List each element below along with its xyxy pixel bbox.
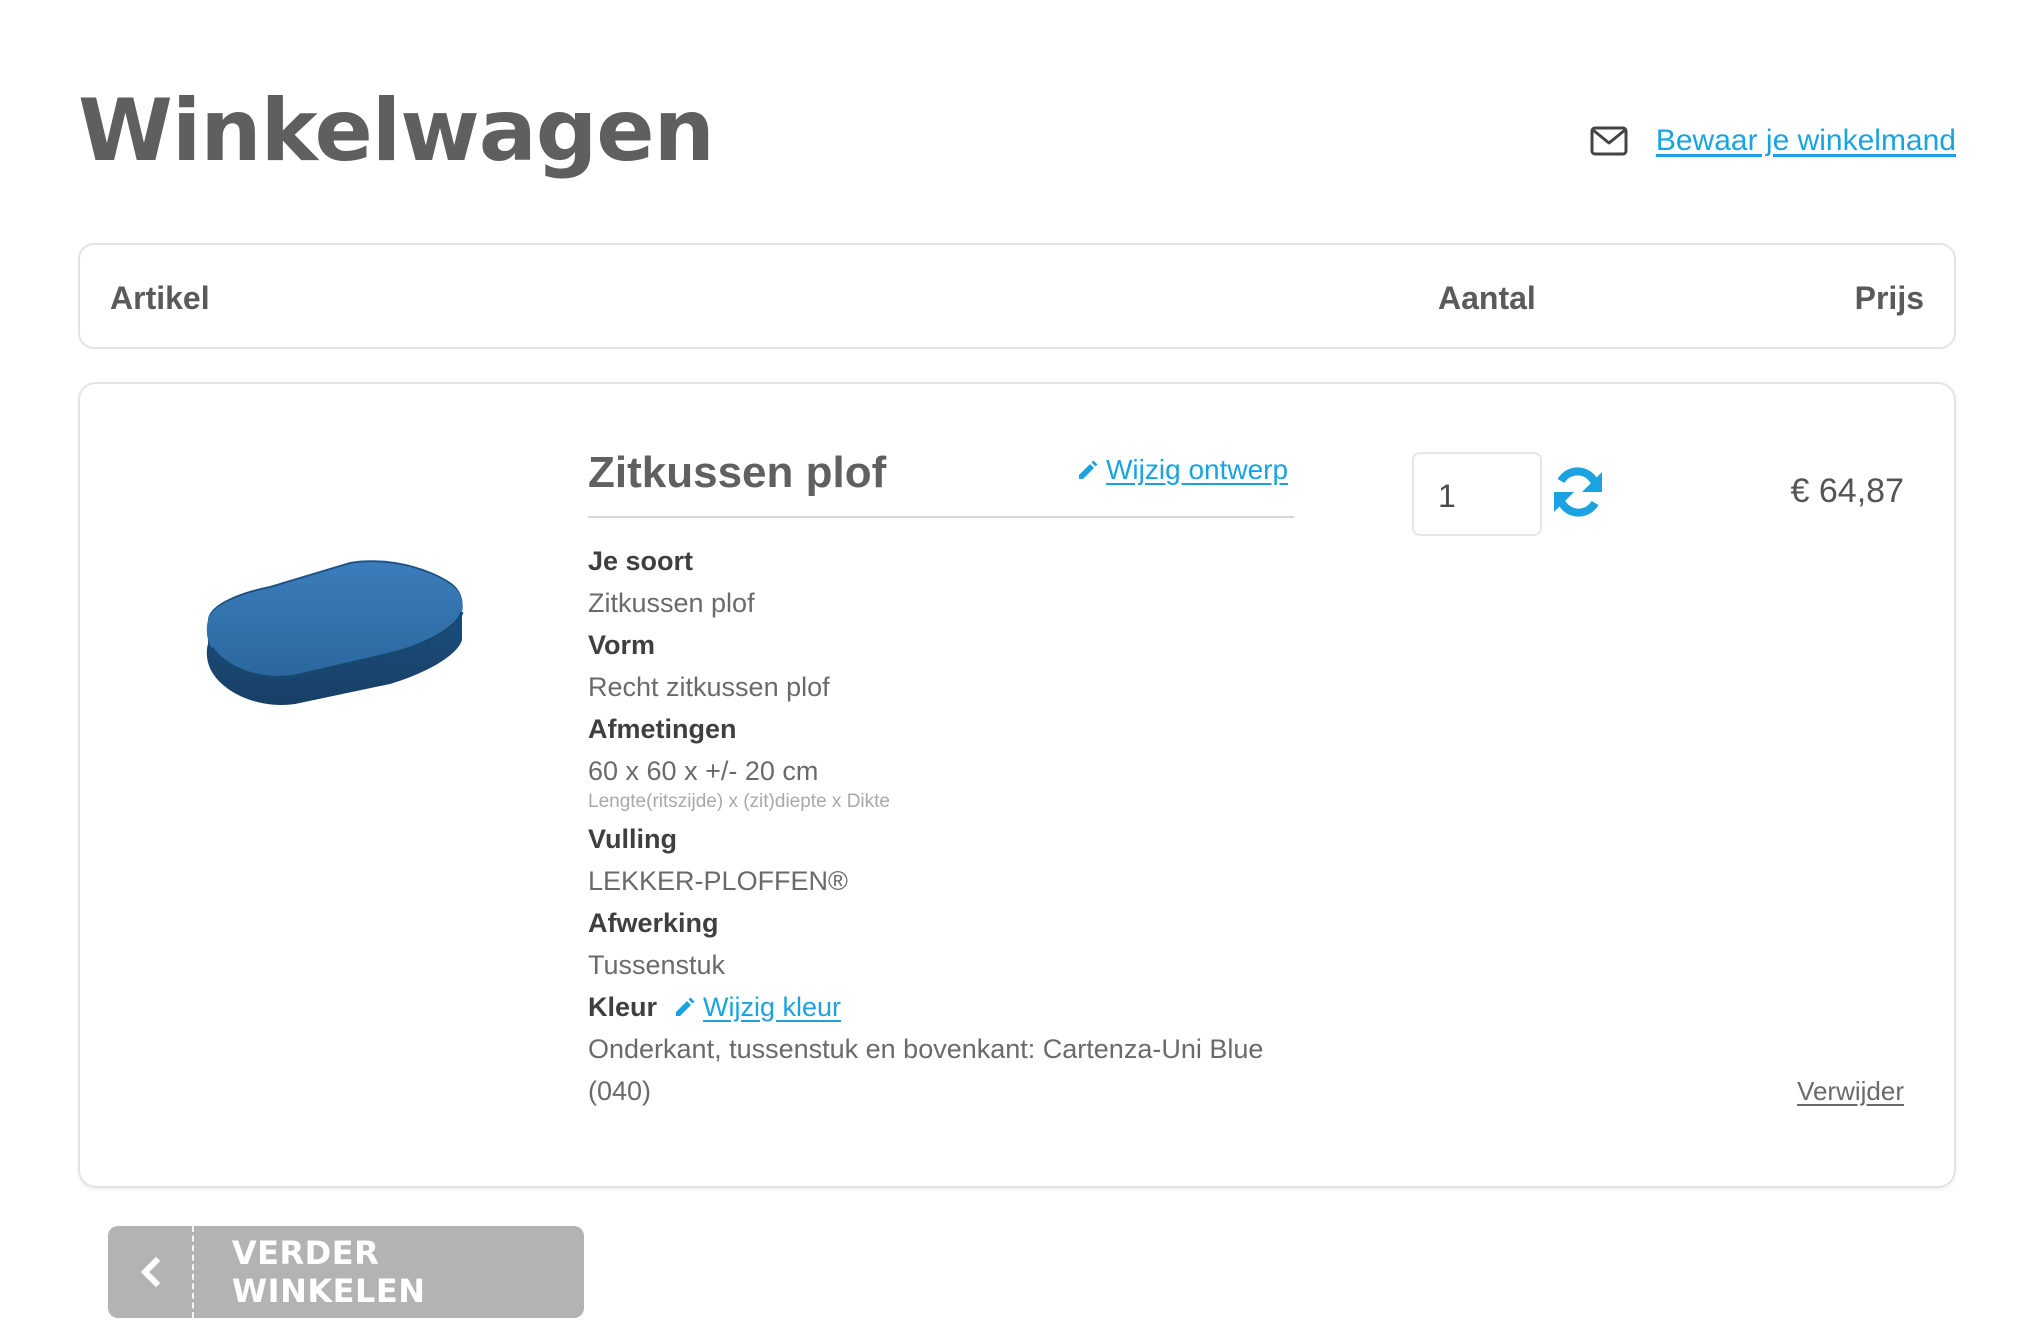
title-divider (588, 516, 1294, 518)
spec-kleur-row: Kleur Wijzig kleur (588, 986, 1308, 1028)
spec-label-afwerking: Afwerking (588, 908, 719, 938)
chevron-wrap (108, 1226, 194, 1318)
column-header-price: Prijs (1854, 280, 1924, 316)
product-image[interactable] (200, 554, 470, 724)
spec-label-vorm: Vorm (588, 630, 656, 660)
mail-icon[interactable] (1590, 126, 1628, 156)
spec-value-afwerking: Tussenstuk (588, 950, 726, 980)
product-title: Zitkussen plof (588, 448, 887, 497)
quantity-input[interactable] (1412, 452, 1542, 536)
edit-color-link[interactable]: Wijzig kleur (673, 992, 841, 1023)
product-specs: Je soort Zitkussen plof Vorm Recht zitku… (588, 540, 1308, 1112)
item-price: € 64,87 (1790, 472, 1904, 510)
save-cart: Bewaar je winkelmand (1590, 124, 1956, 158)
spec-label-kleur: Kleur (588, 992, 658, 1022)
spec-label-vulling: Vulling (588, 824, 677, 854)
refresh-icon[interactable] (1550, 464, 1606, 520)
column-header-quantity: Aantal (1438, 280, 1536, 316)
spec-value-vorm: Recht zitkussen plof (588, 672, 830, 702)
continue-shopping-label: VERDER WINKELEN (231, 1234, 426, 1310)
edit-color-label: Wijzig kleur (703, 991, 842, 1022)
page-title: Winkelwagen (78, 81, 715, 181)
save-cart-link[interactable]: Bewaar je winkelmand (1656, 124, 1956, 158)
cart-page: Winkelwagen Bewaar je winkelmand Artikel… (0, 0, 2024, 1328)
cart-item: Zitkussen plof Wijzig ontwerp Je soort Z… (78, 382, 1956, 1188)
chevron-left-icon (140, 1257, 161, 1287)
column-header-article: Artikel (110, 280, 210, 316)
pencil-icon (1079, 460, 1098, 479)
cart-table-header: Artikel Aantal Prijs (78, 243, 1956, 349)
remove-item-link[interactable]: Verwijder (1797, 1076, 1904, 1107)
spec-note-afmetingen: Lengte(ritszijde) x (zit)diepte x Dikte (588, 791, 890, 812)
edit-design-link[interactable]: Wijzig ontwerp (1076, 454, 1288, 486)
continue-shopping-button[interactable]: VERDER WINKELEN (108, 1226, 584, 1318)
spec-value-vulling: LEKKER-PLOFFEN® (588, 866, 848, 896)
pencil-icon (676, 997, 695, 1016)
spec-label-afmetingen: Afmetingen (588, 714, 737, 744)
spec-value-afmetingen: 60 x 60 x +/- 20 cm (588, 756, 819, 786)
spec-value-kleur: Onderkant, tussenstuk en bovenkant: Cart… (588, 1034, 1264, 1106)
edit-design-label: Wijzig ontwerp (1106, 454, 1289, 485)
spec-value-soort: Zitkussen plof (588, 588, 755, 618)
spec-label-soort: Je soort (588, 546, 694, 576)
